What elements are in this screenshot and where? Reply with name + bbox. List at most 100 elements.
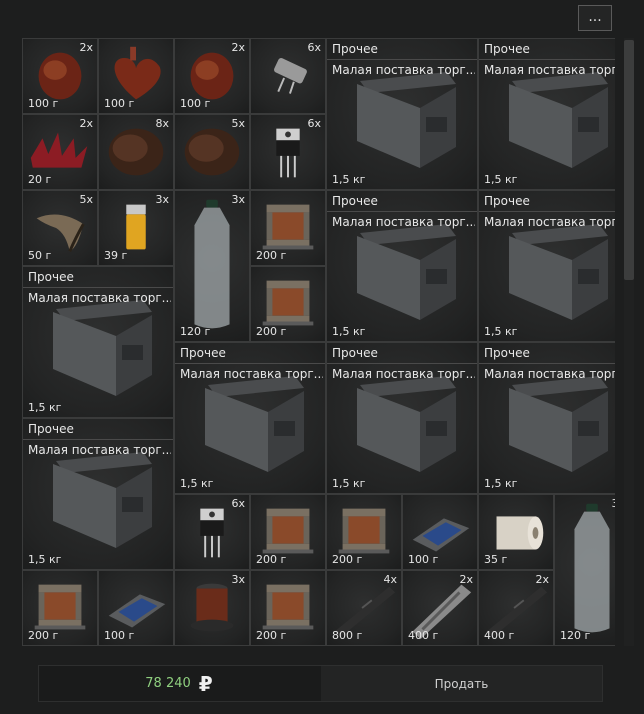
item-name: Малая поставка торг... <box>332 63 475 77</box>
item-weight: 200 г <box>256 325 287 338</box>
item-cell-transformer-1[interactable]: 200 г <box>250 190 326 266</box>
item-category: Прочее <box>23 267 173 288</box>
item-cell-rod-2[interactable]: 2x 400 г <box>478 570 554 646</box>
item-weight: 100 г <box>408 553 439 566</box>
item-category: Прочее <box>327 191 477 212</box>
item-category: Прочее <box>327 343 477 364</box>
item-cell-crystal-oscillator[interactable]: 6x <box>250 38 326 114</box>
item-weight: 35 г <box>484 553 508 566</box>
item-cell-rod-1[interactable]: 4x 800 г <box>326 570 402 646</box>
item-weight: 1,5 кг <box>180 477 214 490</box>
item-cell-paper-roll[interactable]: 35 г <box>478 494 554 570</box>
item-name: Малая поставка торг... <box>28 291 171 305</box>
item-cell-transistor-1[interactable]: 6x <box>250 114 326 190</box>
item-count: 3x <box>231 573 245 586</box>
item-cell-lighter[interactable]: 3x 39 г <box>98 190 174 266</box>
sell-button[interactable]: Продать <box>321 666 602 701</box>
item-weight: 100 г <box>180 97 211 110</box>
supply-box-cell[interactable]: Прочее Малая поставка торг... 1,5 кг <box>478 38 615 190</box>
item-count: 3x <box>231 193 245 206</box>
supply-box-cell[interactable]: Прочее Малая поставка торг... 1,5 кг <box>326 190 478 342</box>
item-category: Прочее <box>479 191 615 212</box>
item-cell-bottle-2[interactable]: 3x 120 г <box>554 494 615 646</box>
item-weight: 100 г <box>104 629 135 642</box>
scrollbar-thumb[interactable] <box>624 40 634 280</box>
item-name: Малая поставка торг... <box>332 215 475 229</box>
item-count: 2x <box>231 41 245 54</box>
item-cell-red-spikes[interactable]: 2x 20 г <box>22 114 98 190</box>
item-cell-solar-panel-1[interactable]: 100 г <box>402 494 478 570</box>
more-options-button[interactable]: ... <box>578 5 612 31</box>
item-name: Малая поставка торг... <box>180 367 323 381</box>
item-cell-bracket[interactable]: 2x 400 г <box>402 570 478 646</box>
item-name: Малая поставка торг... <box>484 63 615 77</box>
item-weight: 120 г <box>560 629 591 642</box>
item-count: 3x <box>611 497 615 510</box>
item-name: Малая поставка торг... <box>332 367 475 381</box>
item-weight: 39 г <box>104 249 128 262</box>
item-cell-transistor-2[interactable]: 6x <box>174 494 250 570</box>
item-count: 8x <box>155 117 169 130</box>
item-name: Малая поставка торг... <box>484 215 615 229</box>
trade-inventory-grid: 2x 100 г 100 г 2x 100 г 6x 2x 20 г 8x 5x 6x 5x 50 г 3… <box>22 38 615 646</box>
item-cell-transformer-4[interactable]: 200 г <box>326 494 402 570</box>
item-weight: 400 г <box>484 629 515 642</box>
supply-box-cell[interactable]: Прочее Малая поставка торг... 1,5 кг <box>478 342 615 494</box>
supply-box-cell[interactable]: Прочее Малая поставка торг... 1,5 кг <box>22 266 174 418</box>
item-cell-heart[interactable]: 100 г <box>98 38 174 114</box>
item-cell-kidney-1[interactable]: 2x 100 г <box>22 38 98 114</box>
item-count: 5x <box>231 117 245 130</box>
item-weight: 200 г <box>332 553 363 566</box>
supply-box-cell[interactable]: Прочее Малая поставка торг... 1,5 кг <box>478 190 615 342</box>
item-count: 2x <box>79 41 93 54</box>
item-cell-transformer-2[interactable]: 200 г <box>250 266 326 342</box>
item-weight: 1,5 кг <box>332 477 366 490</box>
item-count: 6x <box>307 41 321 54</box>
item-weight: 200 г <box>28 629 59 642</box>
item-category: Прочее <box>479 39 615 60</box>
item-name: Малая поставка торг... <box>484 367 615 381</box>
item-weight: 1,5 кг <box>484 477 518 490</box>
item-cell-transformer-5[interactable]: 200 г <box>22 570 98 646</box>
item-cell-fur-1[interactable]: 8x <box>98 114 174 190</box>
item-count: 5x <box>79 193 93 206</box>
item-name: Малая поставка торг... <box>28 443 171 457</box>
item-weight: 1,5 кг <box>332 325 366 338</box>
item-count: 4x <box>383 573 397 586</box>
supply-box-cell[interactable]: Прочее Малая поставка торг... 1,5 кг <box>326 342 478 494</box>
item-cell-kidney-2[interactable]: 2x 100 г <box>174 38 250 114</box>
item-weight: 100 г <box>104 97 135 110</box>
item-cell-solar-panel-2[interactable]: 100 г <box>98 570 174 646</box>
total-value: 78 240 <box>145 676 191 691</box>
supply-box-cell[interactable]: Прочее Малая поставка торг... 1,5 кг <box>22 418 174 570</box>
supply-box-cell[interactable]: Прочее Малая поставка торг... 1,5 кг <box>174 342 326 494</box>
item-weight: 200 г <box>256 249 287 262</box>
item-category: Прочее <box>175 343 325 364</box>
item-cell-claw[interactable]: 5x 50 г <box>22 190 98 266</box>
item-category: Прочее <box>23 419 173 440</box>
supply-box-cell[interactable]: Прочее Малая поставка торг... 1,5 кг <box>326 38 478 190</box>
item-cell-transformer-6[interactable]: 200 г <box>250 570 326 646</box>
item-weight: 1,5 кг <box>28 553 62 566</box>
item-weight: 800 г <box>332 629 363 642</box>
item-category: Прочее <box>327 39 477 60</box>
item-cell-fur-2[interactable]: 5x <box>174 114 250 190</box>
item-count: 2x <box>535 573 549 586</box>
item-weight: 120 г <box>180 325 211 338</box>
item-weight: 200 г <box>256 629 287 642</box>
item-category: Прочее <box>479 343 615 364</box>
total-price: 78 240 ₽ <box>38 665 320 702</box>
item-cell-coil[interactable]: 3x <box>174 570 250 646</box>
item-weight: 50 г <box>28 249 52 262</box>
item-cell-bottle-1[interactable]: 3x 120 г <box>174 190 250 342</box>
item-weight: 100 г <box>28 97 59 110</box>
item-weight: 1,5 кг <box>332 173 366 186</box>
item-cell-transformer-3[interactable]: 200 г <box>250 494 326 570</box>
item-weight: 1,5 кг <box>484 325 518 338</box>
item-count: 3x <box>155 193 169 206</box>
item-count: 2x <box>79 117 93 130</box>
item-weight: 20 г <box>28 173 52 186</box>
ruble-icon: ₽ <box>198 671 213 696</box>
item-count: 2x <box>459 573 473 586</box>
item-weight: 400 г <box>408 629 439 642</box>
